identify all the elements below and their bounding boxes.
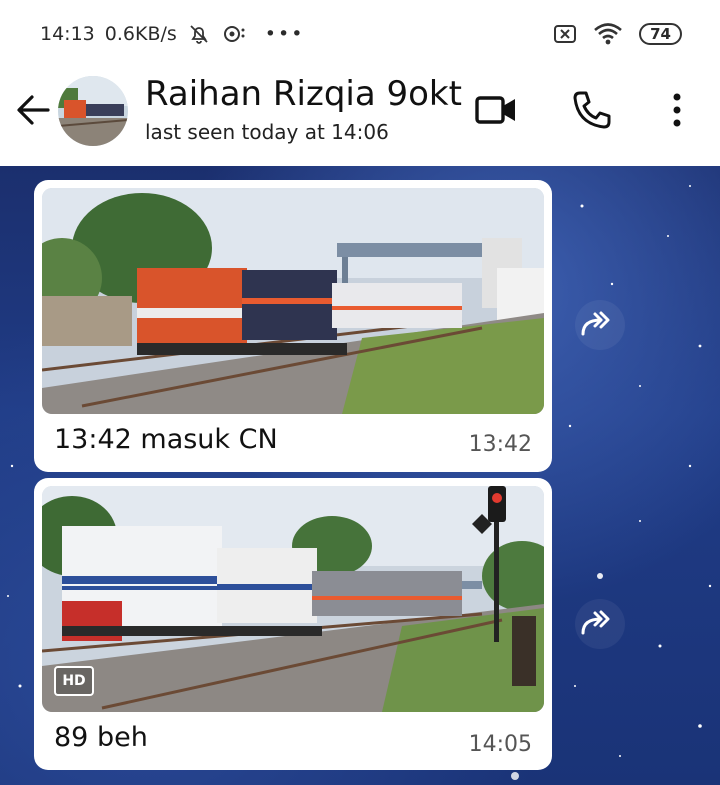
video-call-icon[interactable] — [474, 88, 518, 132]
message-bubble[interactable]: HD 89 beh 14:05 — [34, 478, 552, 770]
chat-header: Raihan Rizqia 9okt last seen today at 14… — [0, 66, 720, 166]
sync-icon — [223, 26, 245, 42]
more-notifications: ••• — [264, 23, 305, 45]
wifi-icon — [594, 23, 622, 45]
hd-badge: HD — [54, 666, 94, 696]
forward-icon[interactable] — [575, 300, 625, 350]
message-caption: 13:42 masuk CN — [54, 424, 278, 455]
sim-blocked-icon — [554, 25, 577, 43]
more-vert-icon[interactable] — [655, 88, 699, 132]
chat-area[interactable]: 13:42 masuk CN 13:42 HD 89 beh 14:05 — [0, 166, 720, 785]
last-seen: last seen today at 14:06 — [145, 120, 389, 144]
message-photo[interactable] — [42, 188, 544, 414]
message-time: 13:42 — [468, 432, 532, 457]
status-bar: 14:13 0.6KB/s ••• 74 — [0, 0, 720, 66]
avatar[interactable] — [58, 76, 128, 146]
phone-icon[interactable] — [570, 88, 614, 132]
bell-muted-icon — [190, 25, 208, 44]
battery-level: 74 — [639, 23, 682, 45]
message-bubble[interactable]: 13:42 masuk CN 13:42 — [34, 180, 552, 472]
network-speed: 0.6KB/s — [104, 23, 177, 45]
status-time: 14:13 — [40, 23, 95, 45]
message-caption: 89 beh — [54, 722, 148, 753]
message-photo[interactable]: HD — [42, 486, 544, 712]
message-time: 14:05 — [468, 732, 532, 757]
contact-name[interactable]: Raihan Rizqia 9okt — [145, 74, 462, 114]
forward-icon[interactable] — [575, 599, 625, 649]
back-arrow-icon[interactable] — [14, 90, 54, 130]
